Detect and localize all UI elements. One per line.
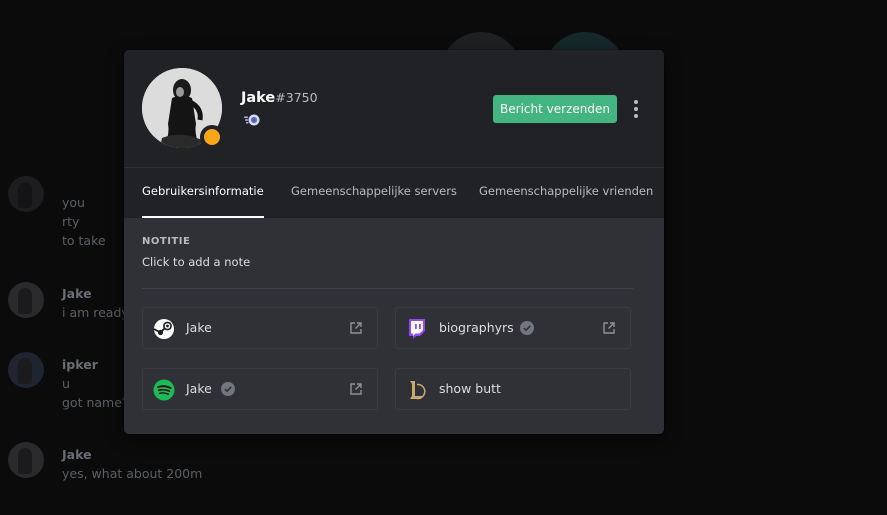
send-message-button[interactable]: Bericht verzenden bbox=[493, 95, 617, 123]
steam-icon bbox=[153, 319, 174, 339]
background-author: Jake bbox=[62, 447, 92, 462]
nitro-badge-icon[interactable] bbox=[244, 114, 260, 126]
twitch-icon bbox=[409, 319, 425, 339]
external-link-icon[interactable] bbox=[602, 321, 616, 335]
connection-name: biographyrs bbox=[439, 320, 514, 335]
user-tag: Jake#3750 bbox=[241, 90, 318, 106]
tab-user-info[interactable]: Gebruikersinformatie bbox=[142, 168, 264, 218]
user-profile-modal: Jake#3750 Bericht verzenden Gebruikersin… bbox=[124, 50, 664, 434]
background-message: you bbox=[62, 195, 85, 210]
background-avatar bbox=[8, 352, 44, 388]
username: Jake bbox=[241, 90, 276, 106]
background-author: ipker bbox=[62, 357, 98, 372]
league-of-legends-icon bbox=[410, 381, 426, 400]
verified-check-icon bbox=[221, 382, 235, 396]
more-dot bbox=[634, 100, 638, 104]
background-author: Jake bbox=[62, 286, 92, 301]
background-message: to take bbox=[62, 233, 106, 248]
idle-status-indicator bbox=[200, 125, 224, 149]
connection-steam: Jake bbox=[142, 307, 378, 349]
profile-body: NOTITIE Click to add a note Jake biograp… bbox=[124, 218, 664, 434]
profile-header: Jake#3750 Bericht verzenden Gebruikersin… bbox=[124, 50, 664, 218]
background-avatar bbox=[8, 282, 44, 318]
discriminator: #3750 bbox=[275, 90, 318, 105]
connection-twitch: biographyrs bbox=[395, 307, 631, 349]
verified-check-icon bbox=[520, 321, 534, 335]
avatar-wrapper[interactable] bbox=[142, 68, 224, 149]
external-link-icon[interactable] bbox=[349, 321, 363, 335]
tab-mutual-friends[interactable]: Gemeenschappelijke vrienden bbox=[479, 168, 653, 218]
connection-league-of-legends: show butt bbox=[395, 368, 631, 410]
more-vertical-icon[interactable] bbox=[630, 98, 642, 120]
note-input[interactable]: Click to add a note bbox=[142, 255, 250, 269]
more-dot bbox=[634, 107, 638, 111]
connection-name: show butt bbox=[439, 381, 501, 396]
connection-name: Jake bbox=[186, 320, 212, 335]
note-title: NOTITIE bbox=[142, 236, 191, 247]
external-link-icon[interactable] bbox=[349, 382, 363, 396]
more-dot bbox=[634, 114, 638, 118]
background-message: u bbox=[62, 376, 70, 391]
background-message: i am ready bbox=[62, 305, 129, 320]
profile-tabs: Gebruikersinformatie Gemeenschappelijke … bbox=[124, 168, 664, 218]
background-message: got name? bbox=[62, 395, 129, 410]
connection-name: Jake bbox=[186, 381, 212, 396]
connection-spotify: Jake bbox=[142, 368, 378, 410]
background-avatar bbox=[8, 176, 44, 212]
section-divider bbox=[142, 288, 633, 289]
spotify-icon bbox=[153, 379, 175, 401]
background-avatar bbox=[8, 442, 44, 478]
background-message: yes, what about 200m bbox=[62, 466, 203, 481]
background-message: rty bbox=[62, 214, 80, 229]
tab-mutual-servers[interactable]: Gemeenschappelijke servers bbox=[291, 168, 457, 218]
